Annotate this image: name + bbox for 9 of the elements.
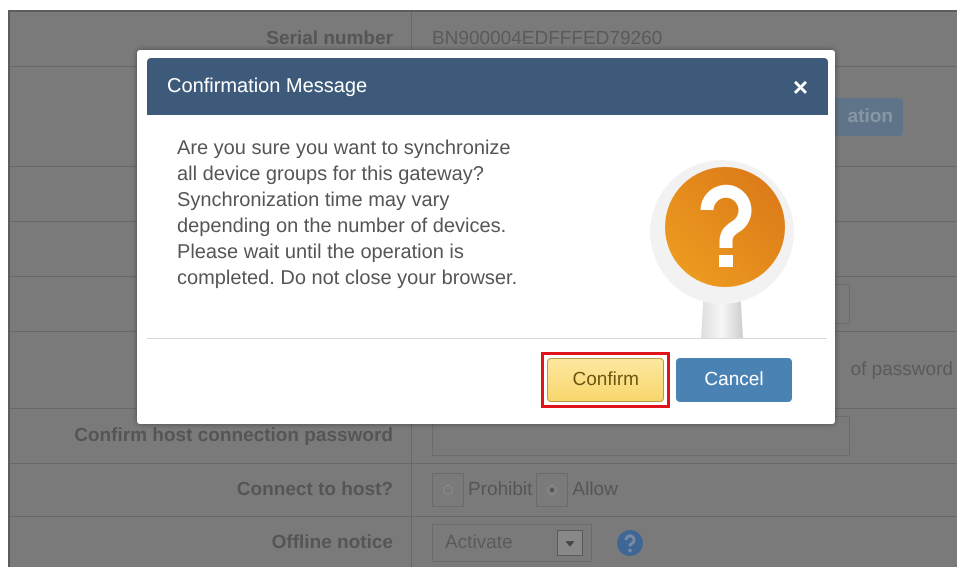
dialog-message: Are you sure you want to synchronize all device groups for this gateway? Synchronization time may vary depending on the number of devices. Please wait until the operation is completed. Do not close your browser.	[177, 136, 518, 291]
help-icon[interactable]	[616, 528, 644, 556]
close-button[interactable]: ×	[792, 74, 808, 100]
caret-icon	[557, 530, 583, 556]
dialog-title: Confirmation Message	[167, 75, 368, 98]
radio-button[interactable]	[547, 485, 558, 495]
confirm-button[interactable]: Confirm	[547, 358, 664, 402]
cancel-button[interactable]: Cancel	[676, 358, 792, 402]
question-icon	[647, 160, 797, 338]
